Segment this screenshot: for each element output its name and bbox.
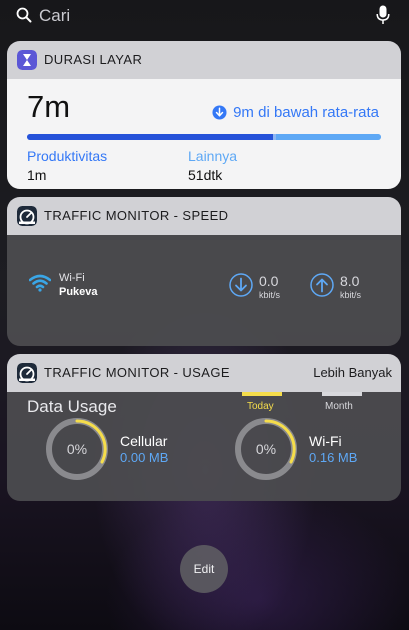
- other-bar-segment: [276, 134, 381, 140]
- traffic-usage-widget[interactable]: TRAFFIC MONITOR - USAGE Lebih Banyak Dat…: [7, 354, 401, 501]
- cellular-value: 0.00 MB: [120, 450, 169, 465]
- category-label-other: Lainnya: [188, 148, 238, 164]
- average-comparison: 9m di bawah rata-rata: [212, 104, 379, 121]
- tab-today[interactable]: Today: [242, 392, 282, 412]
- screen-time-total: 7m: [27, 89, 71, 124]
- download-speed: 0.0: [259, 273, 279, 289]
- search-bar[interactable]: [0, 0, 409, 30]
- upload-icon: [310, 273, 334, 297]
- traffic-monitor-app-icon: [17, 363, 37, 383]
- category-value-productivity: 1m: [27, 167, 47, 183]
- wifi-percent: 0%: [255, 441, 277, 457]
- speed-body: Wi-Fi Pukeva 0.0 kbit/s 8.0 kbit/s: [7, 235, 401, 346]
- download-unit: kbit/s: [259, 290, 281, 300]
- search-icon: [16, 7, 32, 23]
- usage-body: Data Usage Today Month 0% Cellular 0.00 …: [7, 392, 401, 501]
- network-type: Wi-Fi: [59, 272, 85, 284]
- cellular-percent: 0%: [66, 441, 88, 457]
- wifi-icon: [29, 274, 51, 292]
- usage-bar: [27, 134, 381, 140]
- comparison-text: 9m di bawah rata-rata: [233, 104, 379, 121]
- tab-label: Today: [247, 401, 274, 412]
- widget-header: TRAFFIC MONITOR - USAGE Lebih Banyak: [7, 354, 401, 392]
- widget-title: DURASI LAYAR: [44, 52, 143, 67]
- category-label-productivity: Produktivitas: [27, 148, 108, 164]
- traffic-speed-widget[interactable]: TRAFFIC MONITOR - SPEED Wi-Fi Pukeva 0.0…: [7, 197, 401, 346]
- hourglass-icon: [17, 50, 37, 70]
- screen-time-widget[interactable]: DURASI LAYAR 7m 9m di bawah rata-rata Pr…: [7, 41, 401, 189]
- upload-unit: kbit/s: [340, 290, 362, 300]
- widget-header: TRAFFIC MONITOR - SPEED: [7, 197, 401, 235]
- wifi-value: 0.16 MB: [309, 450, 358, 465]
- arrow-down-circle-icon: [212, 105, 227, 120]
- data-usage-heading: Data Usage: [27, 397, 117, 416]
- download-icon: [229, 273, 253, 297]
- search-input[interactable]: [37, 4, 361, 28]
- tab-month[interactable]: Month: [322, 392, 362, 412]
- category-value-other: 51dtk: [188, 167, 223, 183]
- widget-title: TRAFFIC MONITOR - USAGE: [44, 365, 230, 380]
- tab-indicator: [322, 392, 362, 396]
- show-more-button[interactable]: Lebih Banyak: [313, 365, 392, 380]
- widget-header: DURASI LAYAR: [7, 41, 401, 79]
- screen-time-body: 7m 9m di bawah rata-rata Produktivitas 1…: [7, 79, 401, 189]
- widget-title: TRAFFIC MONITOR - SPEED: [44, 208, 229, 223]
- tab-indicator: [242, 392, 282, 396]
- upload-speed: 8.0: [340, 273, 360, 289]
- tab-label: Month: [325, 401, 353, 412]
- edit-button[interactable]: Edit: [180, 545, 228, 593]
- productivity-bar-segment: [27, 134, 274, 140]
- wifi-label: Wi-Fi: [309, 433, 342, 449]
- cellular-label: Cellular: [120, 433, 168, 449]
- traffic-monitor-app-icon: [17, 206, 37, 226]
- microphone-icon[interactable]: [376, 5, 390, 25]
- network-name: Pukeva: [59, 286, 98, 298]
